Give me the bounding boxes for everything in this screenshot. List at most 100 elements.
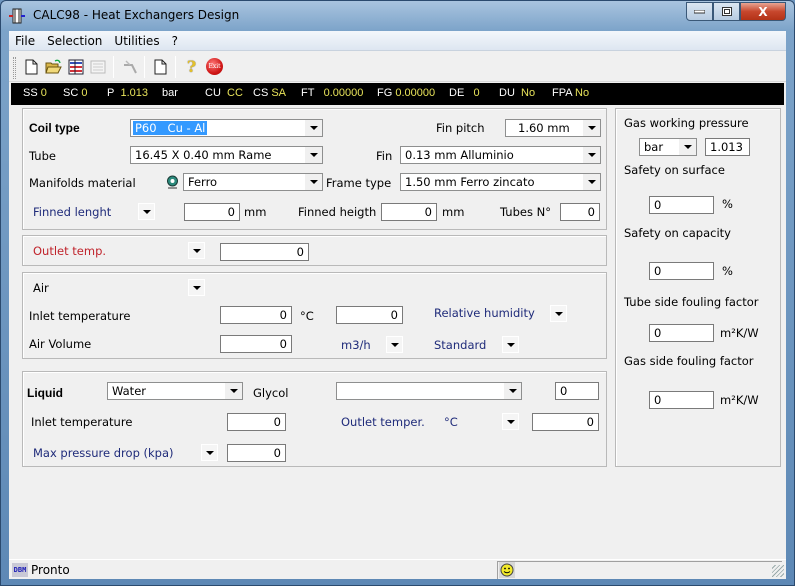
tube-fouling-unit: m²K/W — [720, 326, 759, 340]
fin-pitch-select[interactable]: 1.60 mm — [505, 119, 601, 137]
status-text: Pronto — [31, 563, 70, 577]
outlet-temp-label: Outlet temp. — [33, 244, 107, 258]
air-inlet-temp-label: Inlet temperature — [29, 309, 131, 323]
close-icon: X — [758, 4, 768, 19]
glycol-select[interactable] — [336, 382, 522, 400]
toolbar-grip[interactable] — [13, 57, 16, 79]
air-volume-unit-dropdown[interactable] — [386, 336, 403, 353]
minimize-button[interactable] — [686, 2, 713, 21]
app-icon — [9, 8, 25, 24]
chevron-down-icon — [309, 180, 318, 184]
relative-humidity-label: Relative humidity — [434, 306, 535, 320]
exit-button[interactable]: Exit — [205, 57, 224, 76]
finned-height-label: Finned heigth — [298, 205, 377, 219]
air-panel: Air Inlet temperature 0 °C 0 Relative hu… — [22, 272, 607, 359]
menu-file[interactable]: File — [9, 34, 41, 48]
maximize-icon — [721, 7, 732, 16]
gas-type-label: Air — [33, 281, 49, 295]
page-button[interactable] — [152, 58, 169, 75]
finned-height-input[interactable]: 0 — [381, 203, 437, 221]
air-volume-label: Air Volume — [29, 337, 92, 351]
pressure-value-input[interactable]: 1.013 — [705, 138, 750, 156]
open-button[interactable] — [45, 58, 62, 75]
gas-fouling-input[interactable]: 0 — [649, 391, 714, 409]
menu-utilities[interactable]: Utilities — [108, 34, 165, 48]
menu-help[interactable]: ? — [166, 34, 184, 48]
glycol-percent-input[interactable]: 0 — [555, 382, 599, 400]
safety-surface-input[interactable]: 0 — [649, 196, 714, 214]
safety-capacity-label: Safety on capacity — [624, 226, 731, 240]
gas-type-dropdown[interactable] — [188, 279, 205, 296]
finned-length-label: Finned lenght — [33, 205, 112, 219]
app-window: CALC98 - Heat Exchangers Design X File S… — [0, 0, 795, 586]
resize-grip[interactable] — [772, 565, 784, 577]
chevron-down-icon — [683, 145, 692, 149]
summary-cs: CS SA — [253, 87, 287, 99]
fin-select[interactable]: 0.13 mm Alluminio — [400, 146, 601, 164]
tool-icon — [123, 59, 137, 73]
tool-button[interactable] — [121, 58, 138, 75]
menu-selection[interactable]: Selection — [41, 34, 108, 48]
manifolds-icon[interactable] — [166, 175, 179, 189]
liquid-inlet-temp-input[interactable]: 0 — [227, 413, 286, 431]
list-button[interactable] — [89, 58, 106, 75]
liquid-outlet-temp-input[interactable]: 0 — [532, 413, 599, 431]
pressure-drop-input[interactable]: 0 — [227, 444, 286, 462]
finned-length-input[interactable]: 0 — [184, 203, 240, 221]
close-button[interactable]: X — [740, 2, 786, 21]
safety-capacity-unit: % — [722, 264, 733, 278]
pressure-unit-select[interactable]: bar — [639, 138, 697, 156]
liquid-select[interactable]: Water — [107, 382, 243, 400]
liquid-outlet-temp-label: Outlet temper. — [341, 415, 425, 429]
toolbar-separator — [144, 56, 145, 78]
pressure-drop-dropdown[interactable] — [201, 444, 218, 461]
coil-type-select[interactable]: P60 Cu - Al — [130, 119, 323, 137]
chevron-down-icon — [506, 342, 515, 347]
tubes-input[interactable]: 0 — [560, 203, 600, 221]
summary-unit: bar — [162, 87, 178, 99]
status-pane — [497, 561, 782, 579]
new-button[interactable] — [23, 58, 40, 75]
summary-fpa: FPA No — [552, 87, 590, 99]
database-button[interactable] — [67, 58, 84, 75]
fin-label: Fin — [376, 149, 393, 163]
outlet-panel: Outlet temp. 0 — [22, 235, 607, 266]
frame-type-label: Frame type — [326, 176, 392, 190]
outlet-temp-input[interactable]: 0 — [220, 243, 309, 261]
relative-humidity-dropdown[interactable] — [550, 305, 567, 322]
maximize-button[interactable] — [713, 2, 740, 21]
chevron-down-icon — [587, 126, 596, 130]
finned-length-dropdown[interactable] — [138, 203, 155, 220]
finned-length-unit: mm — [244, 205, 267, 219]
air-volume-input[interactable]: 0 — [220, 335, 292, 353]
gas-fouling-unit: m²K/W — [720, 393, 759, 407]
database-icon — [68, 59, 83, 74]
new-icon — [25, 59, 38, 74]
standard-label: Standard — [434, 338, 487, 352]
help-icon: ? — [186, 57, 197, 76]
air-inlet-temp-input[interactable]: 0 — [220, 306, 292, 324]
minimize-icon — [694, 9, 705, 13]
chevron-down-icon — [390, 342, 399, 347]
chevron-down-icon — [192, 285, 201, 290]
liquid-outlet-temp-dropdown[interactable] — [502, 413, 519, 430]
status-bar: DBM Pronto — [9, 559, 786, 579]
tube-fouling-input[interactable]: 0 — [649, 324, 714, 342]
chevron-down-icon — [587, 153, 596, 157]
chevron-down-icon — [506, 419, 515, 424]
tube-select[interactable]: 16.45 X 0.40 mm Rame — [130, 146, 323, 164]
help-button[interactable]: ? — [183, 57, 200, 76]
chevron-down-icon — [205, 450, 214, 455]
relative-humidity-input[interactable]: 0 — [336, 306, 403, 324]
chevron-down-icon — [554, 311, 563, 316]
standard-dropdown[interactable] — [502, 336, 519, 353]
summary-du: DU No — [499, 87, 536, 99]
frame-type-select[interactable]: 1.50 mm Ferro zincato — [400, 173, 601, 191]
manifolds-select[interactable]: Ferro — [183, 173, 323, 191]
safety-capacity-input[interactable]: 0 — [649, 262, 714, 280]
title-bar[interactable]: CALC98 - Heat Exchangers Design X — [1, 1, 794, 31]
outlet-temp-dropdown[interactable] — [188, 242, 205, 259]
safety-surface-unit: % — [722, 197, 733, 211]
summary-ss: SS 0 — [23, 87, 47, 99]
menu-bar: File Selection Utilities ? — [9, 31, 786, 51]
